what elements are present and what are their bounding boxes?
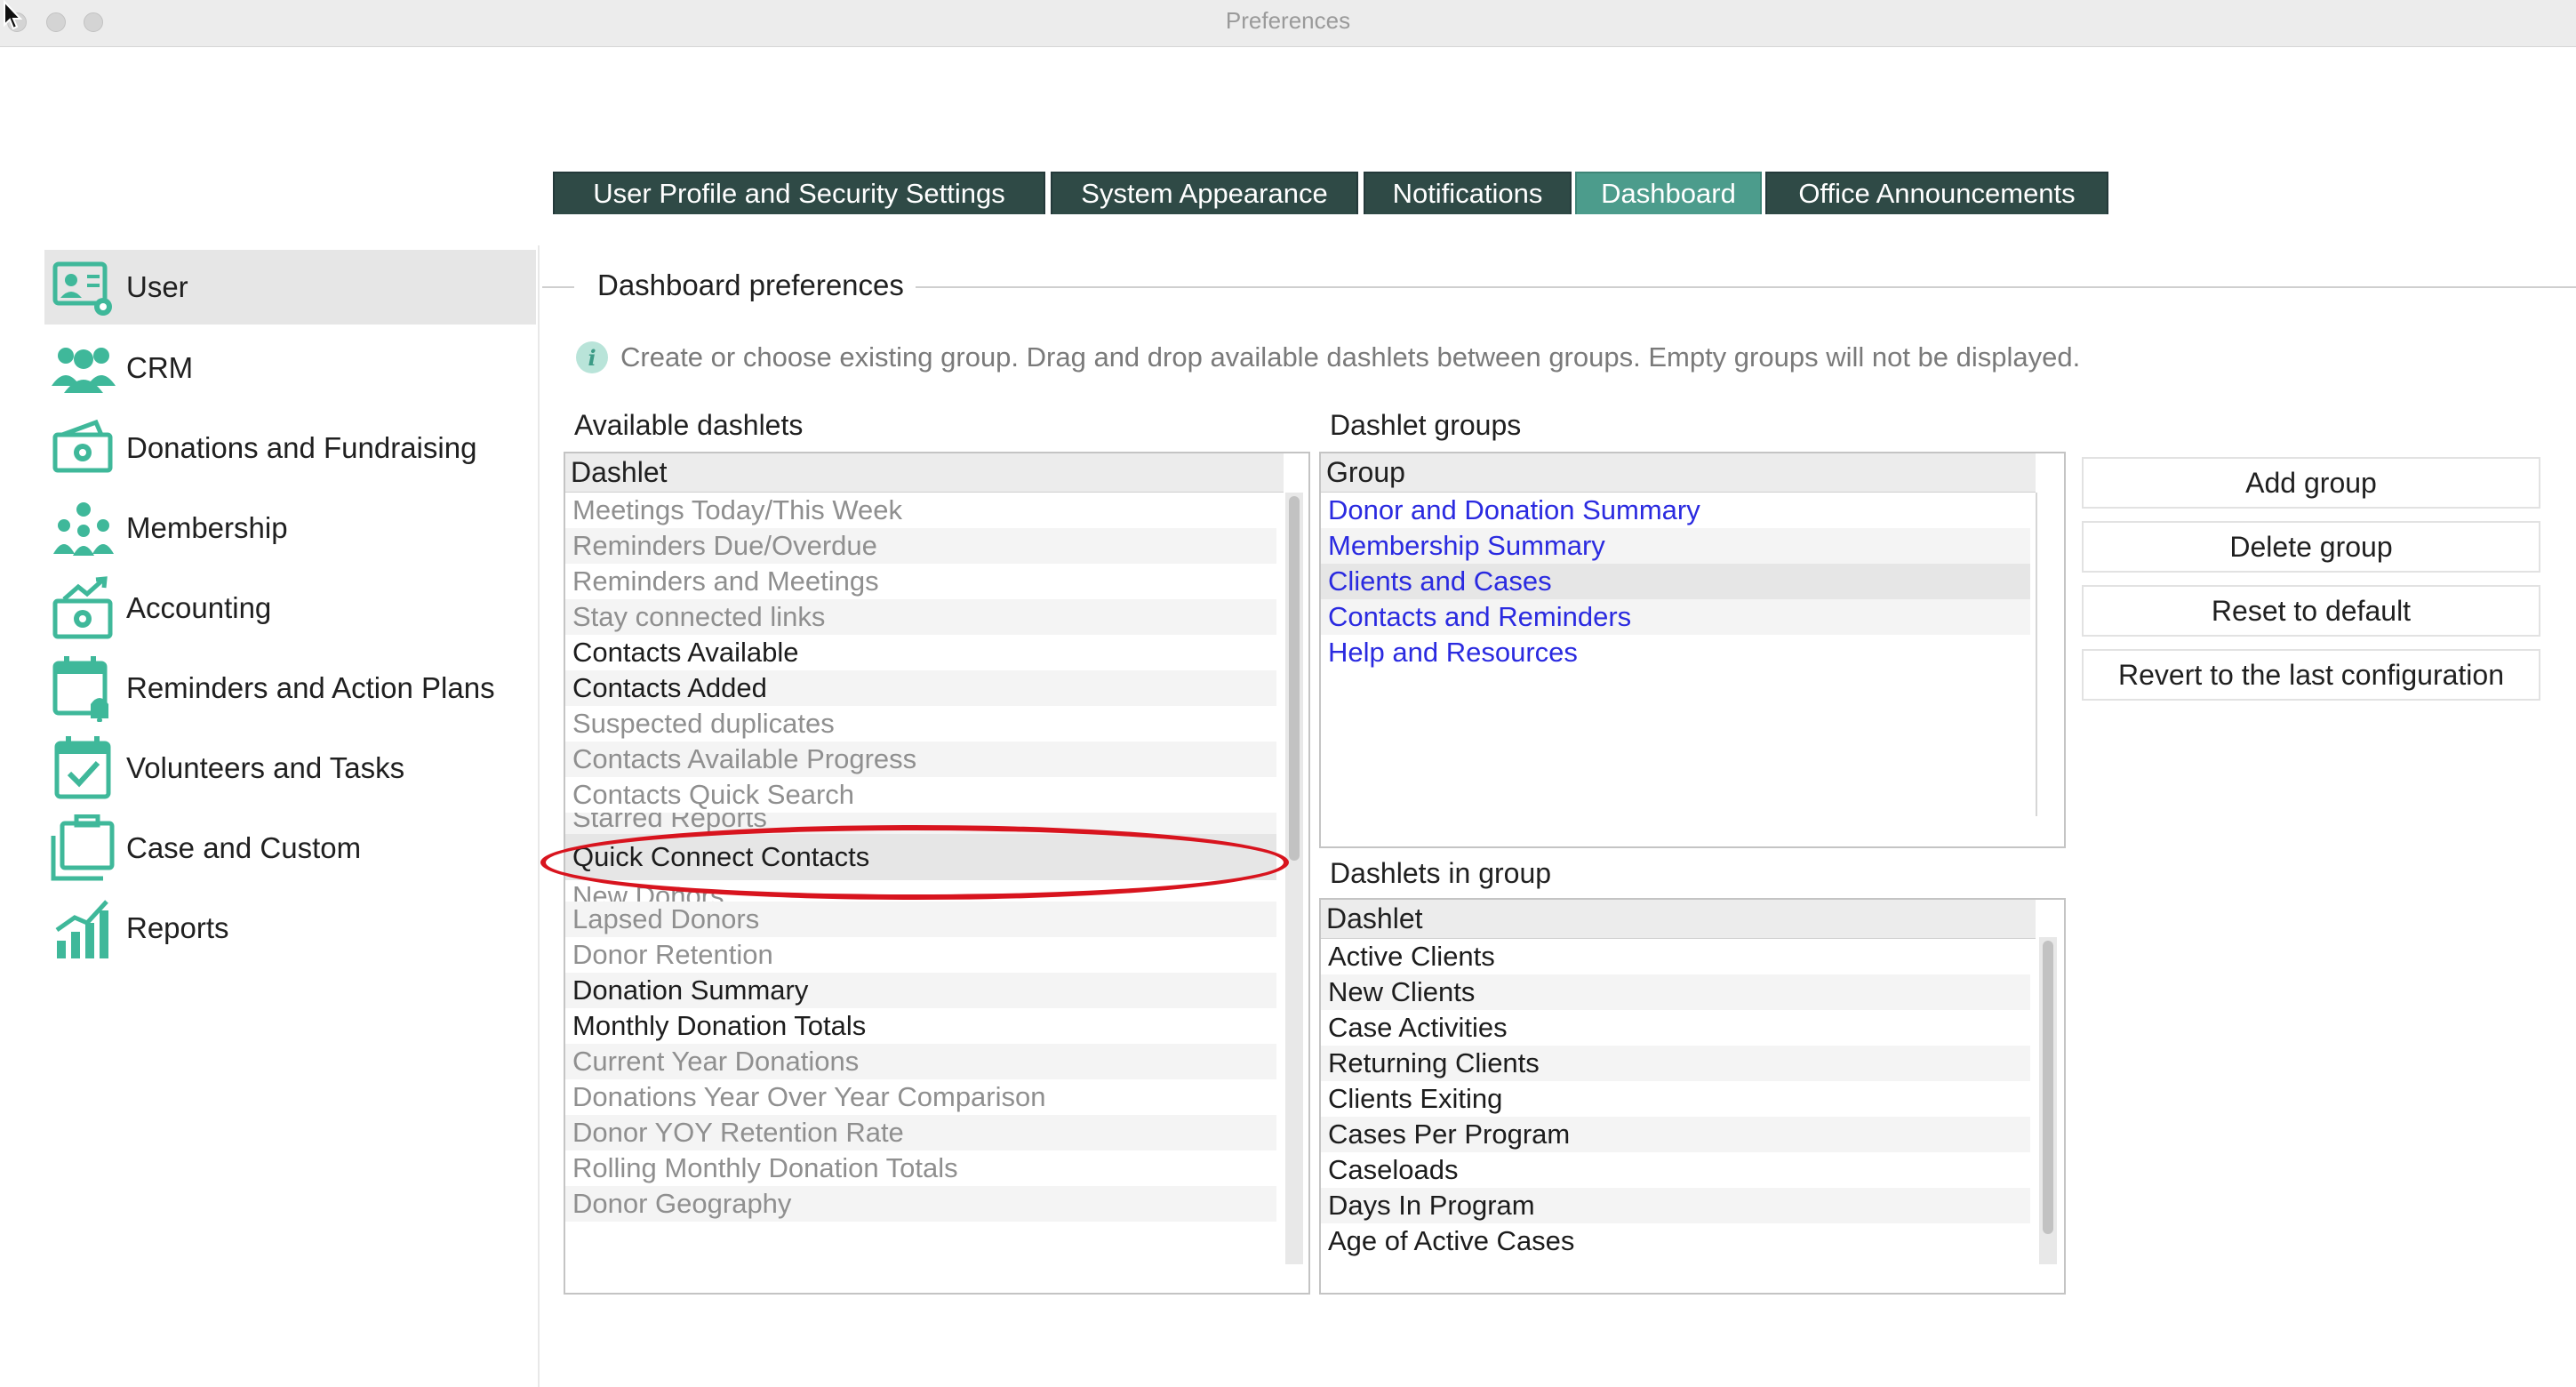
dashlet-groups-list[interactable]: Group Donor and Donation Summary Members… [1319, 452, 2066, 848]
group-box-border [916, 286, 2576, 288]
revert-configuration-button[interactable]: Revert to the last configuration [2082, 649, 2540, 701]
info-message: i Create or choose existing group. Drag … [576, 341, 2080, 373]
sidebar-item-reminders-and-action-plans[interactable]: Reminders and Action Plans [44, 651, 536, 726]
group-item-contacts-and-reminders[interactable]: Contacts and Reminders [1321, 599, 2030, 635]
list-item[interactable]: Donations Year Over Year Comparison [565, 1079, 1276, 1115]
folders-icon [48, 813, 119, 884]
sidebar-item-label: Reminders and Action Plans [126, 671, 495, 704]
list-item[interactable]: Reminders Due/Overdue [565, 528, 1276, 564]
add-group-button[interactable]: Add group [2082, 457, 2540, 509]
user-card-icon [48, 252, 119, 323]
list-item[interactable]: Cases Per Program [1321, 1117, 2030, 1152]
sidebar-item-crm[interactable]: CRM [44, 331, 536, 405]
dashlet-column-header[interactable]: Dashlet [565, 453, 1284, 493]
list-item[interactable]: Days In Program [1321, 1188, 2030, 1223]
tab-office-announcements[interactable]: Office Announcements [1765, 172, 2108, 214]
dashlet-column-header[interactable]: Dashlet [1321, 900, 2036, 939]
list-item[interactable]: Case Activities [1321, 1010, 2030, 1046]
membership-people-icon [48, 493, 119, 564]
dashlet-groups-label: Dashlet groups [1330, 409, 1522, 441]
list-item[interactable]: Monthly Donation Totals [565, 1008, 1276, 1044]
window-title: Preferences [1225, 7, 1351, 34]
tab-dashboard[interactable]: Dashboard [1575, 172, 1762, 214]
list-item[interactable]: Donor Retention [565, 937, 1276, 973]
list-item[interactable]: Donation Summary [565, 973, 1276, 1008]
sidebar-item-label: Donations and Fundraising [126, 431, 477, 464]
list-item[interactable]: Caseloads [1321, 1152, 2030, 1188]
people-group-icon [48, 333, 119, 404]
highlight-circle [540, 825, 1289, 900]
reset-to-default-button[interactable]: Reset to default [2082, 585, 2540, 637]
list-item[interactable]: Lapsed Donors [565, 902, 1276, 937]
calendar-check-icon [48, 733, 119, 804]
list-item[interactable]: Active Clients [1321, 939, 2030, 974]
sidebar-item-donations-and-fundraising[interactable]: Donations and Fundraising [44, 411, 536, 485]
dashlets-in-group-list[interactable]: Dashlet Active Clients New Clients Case … [1319, 898, 2066, 1295]
list-item[interactable]: Donor Geography [565, 1186, 1276, 1222]
delete-group-button[interactable]: Delete group [2082, 521, 2540, 573]
list-item[interactable]: Contacts Added [565, 670, 1276, 706]
sidebar-item-label: Volunteers and Tasks [126, 751, 405, 784]
sidebar-item-membership[interactable]: Membership [44, 491, 536, 565]
list-item[interactable]: Contacts Quick Search [565, 777, 1276, 813]
sidebar-item-user[interactable]: User [44, 250, 536, 325]
list-item[interactable]: Returning Clients [1321, 1046, 2030, 1081]
sidebar-item-label: Membership [126, 511, 288, 544]
tab-notifications[interactable]: Notifications [1364, 172, 1572, 214]
group-item-donor-and-donation-summary[interactable]: Donor and Donation Summary [1321, 493, 2030, 528]
list-item[interactable]: Suspected duplicates [565, 706, 1276, 742]
sidebar-item-label: Case and Custom [126, 831, 362, 864]
info-text: Create or choose existing group. Drag an… [620, 341, 2081, 373]
sidebar-item-reports[interactable]: Reports [44, 891, 536, 966]
dashlet-groups-rows: Donor and Donation Summary Membership Su… [1321, 493, 2030, 670]
list-item[interactable]: Meetings Today/This Week [565, 493, 1276, 528]
info-icon: i [576, 341, 608, 373]
list-item[interactable]: New Clients [1321, 974, 2030, 1010]
calendar-bell-icon [48, 653, 119, 724]
list-item[interactable]: Current Year Donations [565, 1044, 1276, 1079]
sidebar-item-label: Reports [126, 911, 229, 944]
sidebar-item-accounting[interactable]: Accounting [44, 571, 536, 645]
tab-system-appearance[interactable]: System Appearance [1051, 172, 1358, 214]
list-item[interactable]: Age of Active Cases [1321, 1223, 2030, 1259]
list-item[interactable]: Contacts Available [565, 635, 1276, 670]
groups-list-divider [2036, 493, 2037, 816]
bar-chart-icon [48, 893, 119, 964]
list-item[interactable]: Rolling Monthly Donation Totals [565, 1150, 1276, 1186]
sidebar-item-label: User [126, 270, 188, 303]
dashlets-in-group-label: Dashlets in group [1330, 857, 1552, 889]
list-item[interactable]: Clients Exiting [1321, 1081, 2030, 1117]
dashlets-in-group-rows: Active Clients New Clients Case Activiti… [1321, 939, 2030, 1259]
available-dashlets-label: Available dashlets [574, 409, 804, 441]
sidebar-divider [538, 245, 540, 1387]
sidebar-item-label: CRM [126, 351, 194, 384]
group-column-header[interactable]: Group [1321, 453, 2036, 493]
group-box-border [542, 286, 574, 288]
money-icon [48, 413, 119, 484]
sidebar-item-volunteers-and-tasks[interactable]: Volunteers and Tasks [44, 731, 536, 806]
scrollbar-thumb[interactable] [2043, 941, 2053, 1234]
accounting-money-icon [48, 573, 119, 644]
list-item[interactable]: Donor YOY Retention Rate [565, 1115, 1276, 1150]
tab-user-profile-and-security-settings[interactable]: User Profile and Security Settings [553, 172, 1045, 214]
mouse-pointer-icon [4, 0, 23, 30]
sidebar-item-label: Accounting [126, 591, 272, 624]
list-item[interactable]: Reminders and Meetings [565, 564, 1276, 599]
list-item[interactable]: Stay connected links [565, 599, 1276, 635]
scrollbar-thumb[interactable] [1289, 496, 1300, 861]
sidebar-item-case-and-custom[interactable]: Case and Custom [44, 811, 536, 886]
dashlets-in-group-scrollbar[interactable] [2039, 937, 2057, 1264]
group-item-clients-and-cases[interactable]: Clients and Cases [1321, 564, 2030, 599]
dashboard-preferences-title: Dashboard preferences [588, 269, 913, 302]
available-dashlets-scrollbar[interactable] [1285, 493, 1303, 1264]
group-item-help-and-resources[interactable]: Help and Resources [1321, 635, 2030, 670]
window-titlebar: Preferences [0, 0, 2576, 47]
group-item-membership-summary[interactable]: Membership Summary [1321, 528, 2030, 564]
list-item[interactable]: Contacts Available Progress [565, 742, 1276, 777]
